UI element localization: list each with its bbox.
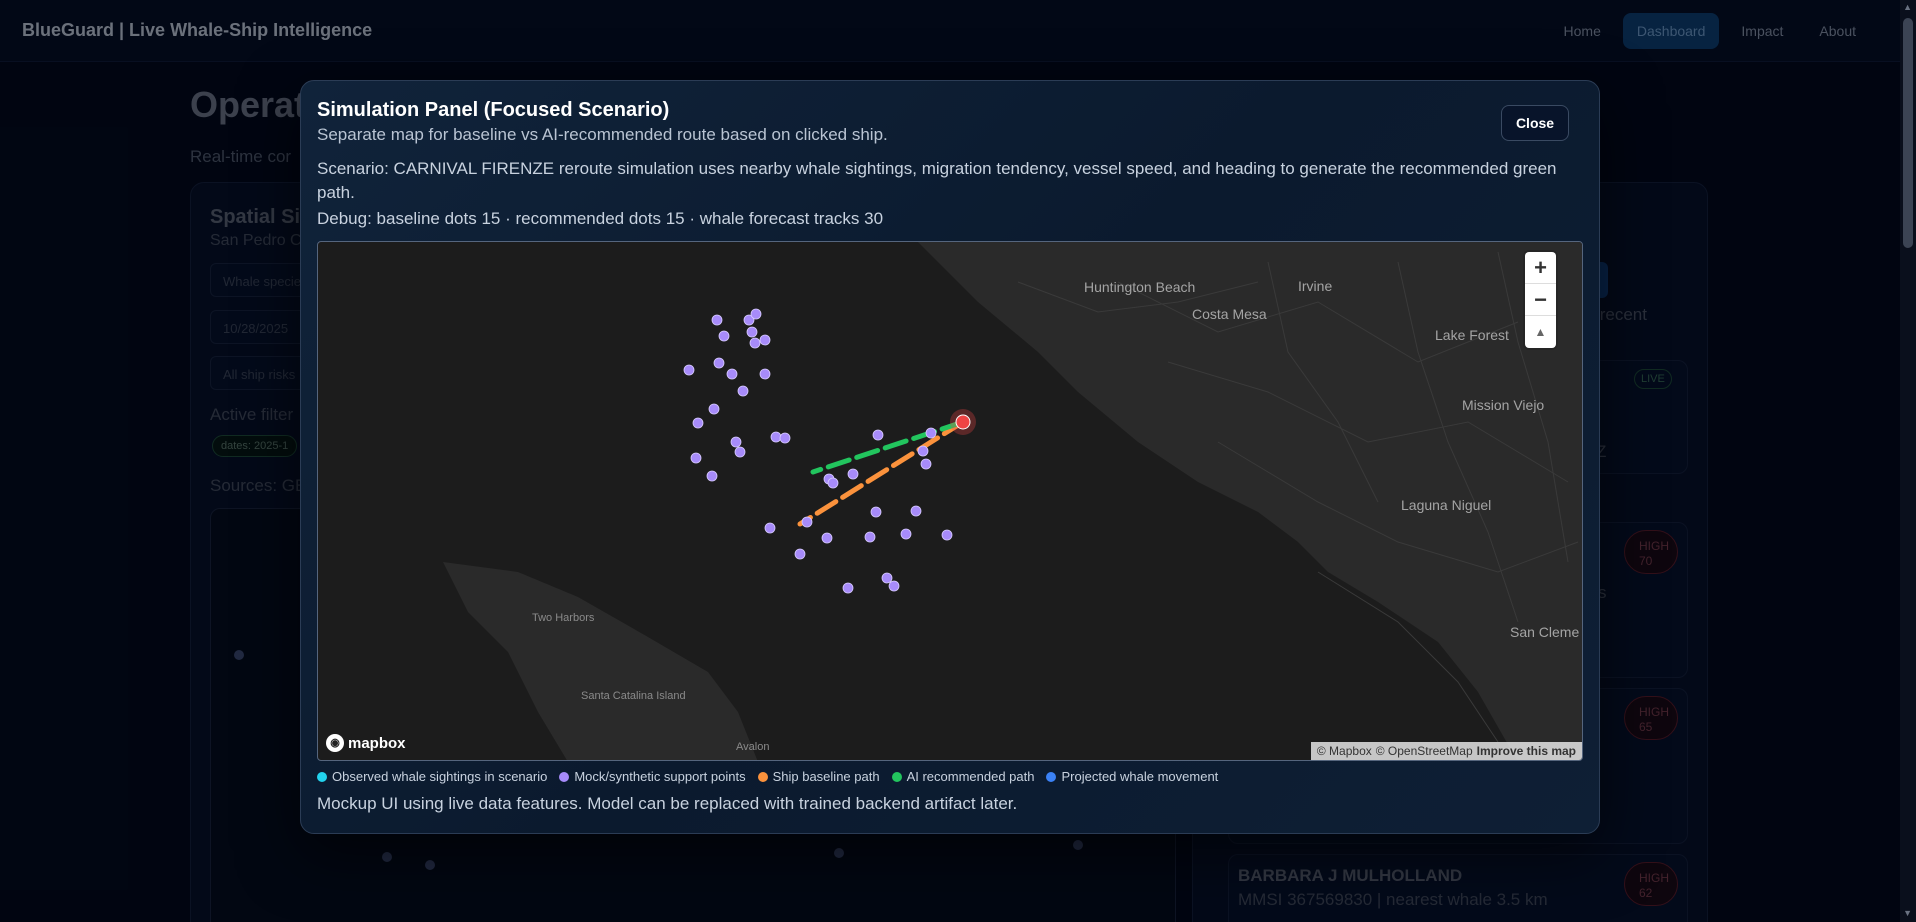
mock-support-point — [888, 580, 900, 592]
mock-support-point — [842, 582, 854, 594]
mock-support-point — [692, 417, 704, 429]
mock-support-point — [941, 529, 953, 541]
page-scrollbar[interactable]: ▲ ▼ — [1900, 0, 1916, 922]
mapbox-logo-icon: ◉ — [326, 734, 344, 752]
modal-subtitle: Separate map for baseline vs AI-recommen… — [317, 125, 888, 144]
mock-support-point — [847, 468, 859, 480]
mock-support-point — [910, 505, 922, 517]
mock-support-point — [759, 368, 771, 380]
mock-support-point — [821, 532, 833, 544]
mock-support-point — [925, 427, 937, 439]
mock-points-layer — [683, 308, 953, 594]
mock-support-point — [726, 368, 738, 380]
legend-item: AI recommended path — [891, 769, 1035, 784]
mock-support-point — [708, 403, 720, 415]
debug-info: Debug: baseline dots 15 · recommended do… — [317, 209, 884, 228]
mock-support-point — [749, 337, 761, 349]
legend-label: Mock/synthetic support points — [574, 769, 746, 784]
recommended-path — [810, 419, 966, 475]
mock-support-point — [750, 308, 762, 320]
mock-support-point — [770, 431, 782, 443]
zoom-out-button[interactable]: − — [1525, 284, 1556, 316]
mock-support-point — [737, 385, 749, 397]
mock-support-point — [920, 458, 932, 470]
zoom-in-button[interactable]: + — [1525, 252, 1556, 284]
legend-dot-projected — [1046, 771, 1057, 782]
label-lake-forest: Lake Forest — [1435, 327, 1509, 343]
mock-support-point — [870, 506, 882, 518]
mock-support-point — [718, 330, 730, 342]
label-avalon: Avalon — [736, 741, 770, 753]
label-san-clemente: San Cleme — [1510, 624, 1580, 640]
mock-support-point — [864, 531, 876, 543]
mock-support-point — [881, 572, 893, 584]
label-mission-viejo: Mission Viejo — [1462, 397, 1545, 413]
simulation-modal: Simulation Panel (Focused Scenario) Sepa… — [300, 80, 1600, 834]
zoom-control: + − ▲ — [1525, 252, 1556, 348]
mock-support-point — [730, 436, 742, 448]
mock-support-point — [690, 452, 702, 464]
mock-support-point — [779, 432, 791, 444]
mock-support-point — [746, 326, 758, 338]
label-santa-catalina: Santa Catalina Island — [581, 690, 686, 702]
mock-support-point — [917, 445, 929, 457]
close-button[interactable]: Close — [1501, 105, 1569, 141]
map-canvas — [443, 242, 1582, 760]
mock-support-point — [827, 477, 839, 489]
label-irvine: Irvine — [1298, 278, 1333, 294]
mock-support-point — [683, 364, 695, 376]
legend-dot-mock — [559, 771, 570, 782]
modal-title: Simulation Panel (Focused Scenario) — [317, 99, 670, 121]
label-huntington-beach: Huntington Beach — [1084, 279, 1196, 295]
mock-support-point — [711, 314, 723, 326]
mock-support-point — [759, 334, 771, 346]
mock-support-point — [801, 516, 813, 528]
map-attribution: © Mapbox © OpenStreetMap Improve this ma… — [1310, 742, 1582, 760]
map-legend: Observed whale sightings in scenario Moc… — [317, 769, 1218, 784]
legend-item: Observed whale sightings in scenario — [317, 769, 547, 784]
legend-label: Ship baseline path — [772, 769, 880, 784]
mapbox-logo[interactable]: ◉ mapbox — [326, 734, 406, 752]
legend-dot-observed — [317, 771, 327, 782]
attribution-mapbox[interactable]: © Mapbox — [1317, 744, 1372, 758]
mock-support-point — [764, 522, 776, 534]
legend-dot-baseline — [757, 771, 768, 782]
attribution-osm[interactable]: © OpenStreetMap — [1376, 744, 1473, 758]
scroll-up-icon[interactable]: ▲ — [1903, 2, 1912, 12]
legend-label: Projected whale movement — [1061, 769, 1219, 784]
label-costa-mesa: Costa Mesa — [1192, 306, 1267, 322]
label-laguna-niguel: Laguna Niguel — [1401, 497, 1492, 513]
legend-item: Ship baseline path — [757, 769, 880, 784]
legend-item: Mock/synthetic support points — [559, 769, 746, 784]
legend-dot-recommended — [891, 771, 902, 782]
simulation-map[interactable]: Huntington Beach Irvine Costa Mesa Lake … — [317, 241, 1583, 761]
compass-icon[interactable]: ▲ — [1525, 316, 1556, 348]
mock-support-point — [900, 528, 912, 540]
catalina-island — [443, 562, 758, 760]
legend-label: AI recommended path — [906, 769, 1035, 784]
mock-support-point — [794, 548, 806, 560]
ship-marker — [955, 414, 971, 430]
legend-item: Projected whale movement — [1046, 769, 1218, 784]
mock-support-point — [713, 357, 725, 369]
legend-label: Observed whale sightings in scenario — [332, 769, 548, 784]
modal-footnote: Mockup UI using live data features. Mode… — [317, 794, 1018, 813]
label-two-harbors: Two Harbors — [532, 612, 595, 624]
scenario-description: Scenario: CARNIVAL FIRENZE reroute simul… — [317, 159, 1557, 202]
scrollbar-thumb[interactable] — [1903, 18, 1913, 248]
mock-support-point — [734, 446, 746, 458]
improve-map-link[interactable]: Improve this map — [1477, 744, 1576, 758]
mapbox-logo-text: mapbox — [348, 734, 406, 752]
mock-support-point — [872, 429, 884, 441]
mock-support-point — [706, 470, 718, 482]
scroll-down-icon[interactable]: ▼ — [1903, 908, 1912, 918]
